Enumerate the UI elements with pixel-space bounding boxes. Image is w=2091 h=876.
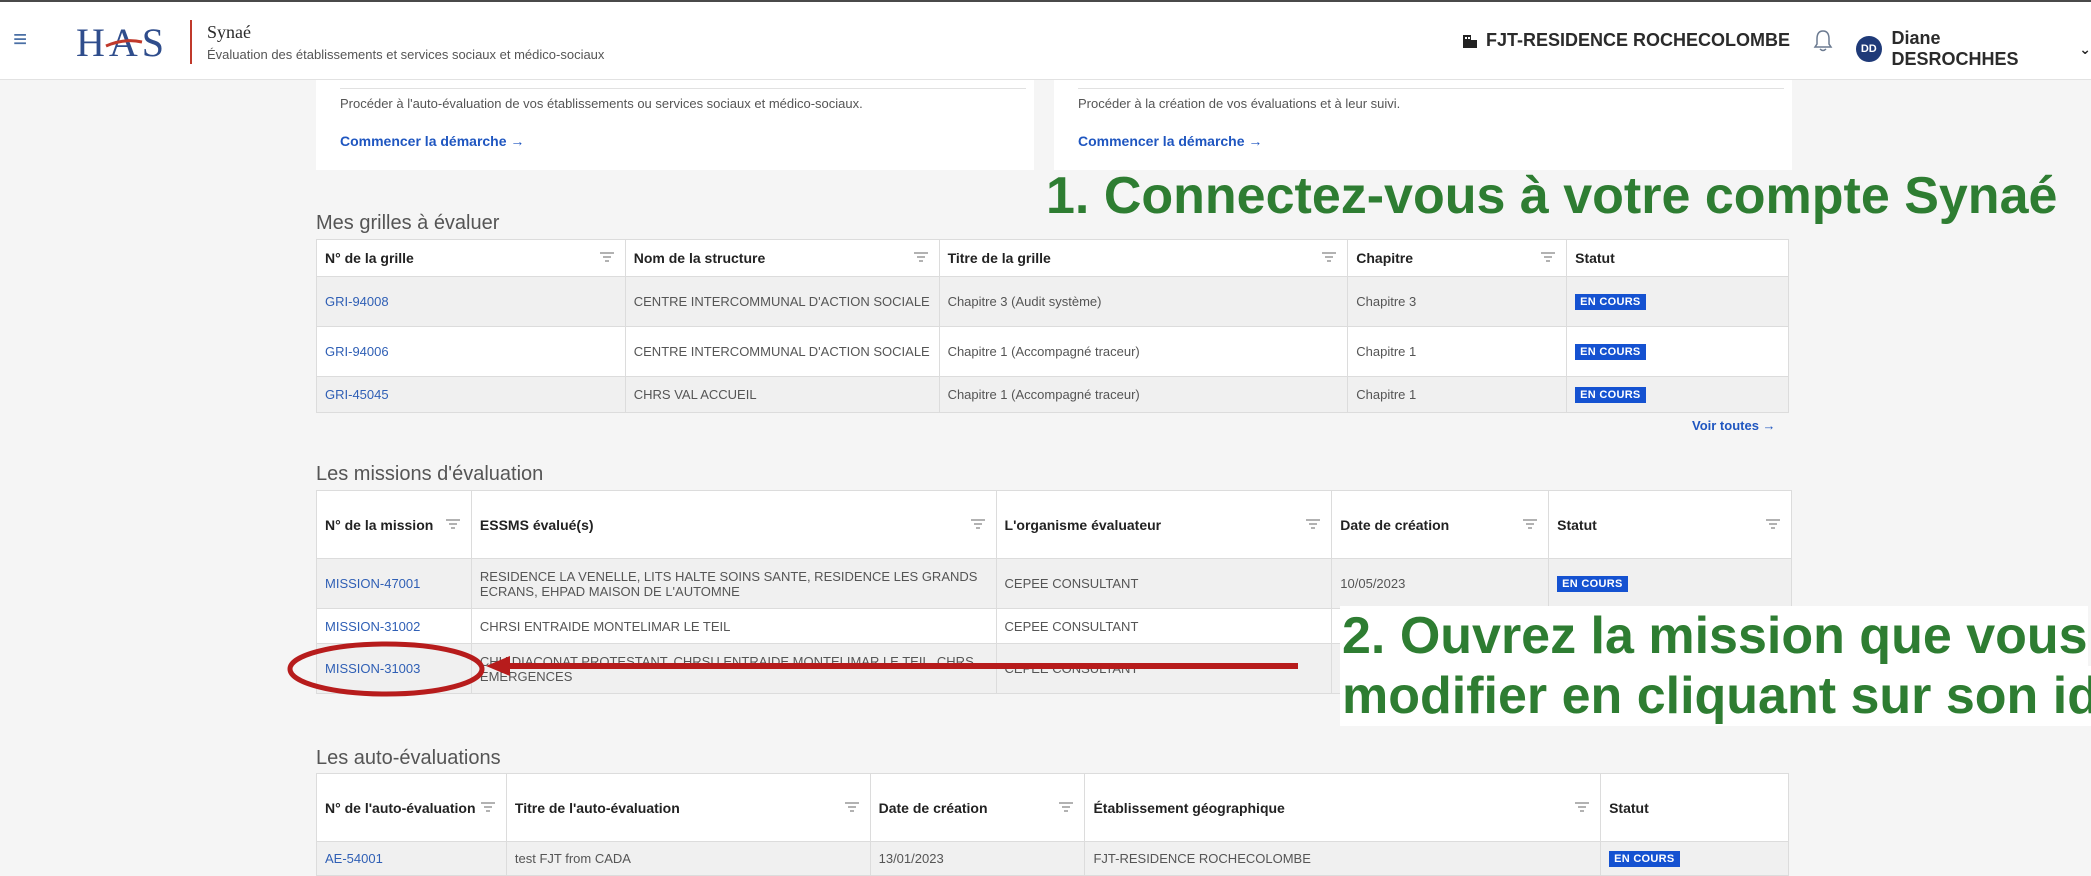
chapter: Chapitre 1: [1347, 376, 1568, 413]
chapter: Chapitre 1: [1347, 326, 1568, 377]
grille-id-link[interactable]: GRI-94006: [325, 344, 389, 359]
autoeval-id-link[interactable]: AE-54001: [325, 851, 383, 866]
card-description: Procéder à l'auto-évaluation de vos étab…: [340, 96, 863, 111]
creation-date: 13/01/2023: [869, 841, 1086, 876]
grille-id-link[interactable]: GRI-94008: [325, 294, 389, 309]
building-icon: [1463, 34, 1477, 48]
filter-icon[interactable]: [1321, 251, 1337, 265]
column-header[interactable]: N° de la grille: [316, 239, 626, 277]
column-header[interactable]: ESSMS évalué(s): [470, 490, 997, 559]
filter-icon[interactable]: [1058, 801, 1074, 815]
app-name: Synaé: [207, 22, 251, 42]
hamburger-icon[interactable]: ≡: [13, 26, 27, 54]
table-row[interactable]: GRI-94006 CENTRE INTERCOMMUNAL D'ACTION …: [316, 326, 1789, 377]
evaluator-org: CEPEE CONSULTANT: [995, 643, 1333, 694]
table-row[interactable]: MISSION-47001 RESIDENCE LA VENELLE, LITS…: [316, 558, 1792, 609]
filter-icon[interactable]: [445, 518, 461, 532]
organization-selector[interactable]: FJT-RESIDENCE ROCHECOLOMBE: [1462, 30, 1790, 51]
column-header[interactable]: N° de l'auto-évaluation: [316, 773, 507, 842]
table-row[interactable]: AE-54001 test FJT from CADA 13/01/2023 F…: [316, 841, 1789, 876]
column-header[interactable]: L'organisme évaluateur: [995, 490, 1333, 559]
status-badge: EN COURS: [1575, 387, 1646, 403]
mission-id-link[interactable]: MISSION-47001: [325, 576, 420, 591]
filter-icon[interactable]: [844, 801, 860, 815]
see-all-link[interactable]: Voir toutes →: [1692, 418, 1776, 433]
auto-evaluation-card: Procéder à l'auto-évaluation de vos étab…: [316, 80, 1034, 170]
essms-list: CHU DIACONAT PROTESTANT, CHRSU ENTRAIDE …: [470, 643, 997, 694]
start-process-link[interactable]: Commencer la démarche →: [340, 133, 524, 149]
chapter: Chapitre 3: [1347, 276, 1568, 327]
column-header[interactable]: Date de création: [1331, 490, 1550, 559]
creation-date: 10/05/2023: [1331, 558, 1550, 609]
app-subtitle: Évaluation des établissements et service…: [207, 47, 605, 62]
app-header: ≡ HAS Synaé Évaluation des établissement…: [0, 0, 2091, 80]
card-description: Procéder à la création de vos évaluation…: [1078, 96, 1401, 111]
column-header[interactable]: Chapitre: [1347, 239, 1568, 277]
filter-icon[interactable]: [1765, 518, 1781, 532]
evaluator-org: CEPEE CONSULTANT: [995, 608, 1333, 644]
grille-title: Chapitre 1 (Accompagné traceur): [938, 326, 1349, 377]
user-menu[interactable]: DD Diane DESROCHHES ⌄: [1856, 28, 2091, 70]
grille-title: Chapitre 1 (Accompagné traceur): [938, 376, 1349, 413]
table-header-row: N° de la mission ESSMS évalué(s) L'organ…: [316, 490, 1792, 559]
column-header[interactable]: Date de création: [869, 773, 1086, 842]
essms-list: CHRSI ENTRAIDE MONTELIMAR LE TEIL: [470, 608, 997, 644]
column-header[interactable]: Statut: [1548, 490, 1792, 559]
autoevals-table: N° de l'auto-évaluation Titre de l'auto-…: [316, 773, 1789, 876]
card-divider: [1078, 88, 1784, 89]
card-divider: [340, 88, 1026, 89]
step1-annotation: 1. Connectez-vous à votre compte Synaé: [1046, 167, 2058, 225]
missions-section-title: Les missions d'évaluation: [316, 463, 544, 485]
status-badge: EN COURS: [1609, 851, 1680, 867]
step2-annotation-line1: 2. Ouvrez la mission que vous: [1340, 606, 2088, 666]
mission-id-link[interactable]: MISSION-31003: [325, 661, 420, 676]
status-badge: EN COURS: [1557, 576, 1628, 592]
start-process-link[interactable]: Commencer la démarche →: [1078, 133, 1262, 149]
filter-icon[interactable]: [599, 251, 615, 265]
table-row[interactable]: GRI-45045 CHRS VAL ACCUEIL Chapitre 1 (A…: [316, 376, 1789, 413]
structure-name: CHRS VAL ACCUEIL: [624, 376, 940, 413]
filter-icon[interactable]: [480, 801, 496, 815]
geographic-establishment: FJT-RESIDENCE ROCHECOLOMBE: [1084, 841, 1602, 876]
filter-icon[interactable]: [913, 251, 929, 265]
filter-icon[interactable]: [970, 518, 986, 532]
step2-annotation-line2: modifier en cliquant sur son id: [1340, 666, 2091, 726]
grille-title: Chapitre 3 (Audit système): [938, 276, 1349, 327]
autoeval-title: test FJT from CADA: [505, 841, 871, 876]
filter-icon[interactable]: [1540, 251, 1556, 265]
table-header-row: N° de la grille Nom de la structure Titr…: [316, 239, 1789, 277]
filter-icon[interactable]: [1522, 518, 1538, 532]
table-row[interactable]: GRI-94008 CENTRE INTERCOMMUNAL D'ACTION …: [316, 276, 1789, 327]
grilles-table: N° de la grille Nom de la structure Titr…: [316, 239, 1789, 413]
has-logo[interactable]: HAS: [76, 20, 172, 65]
column-header[interactable]: Titre de l'auto-évaluation: [505, 773, 871, 842]
avatar: DD: [1856, 36, 1882, 62]
logo-separator: [190, 20, 192, 64]
status-badge: EN COURS: [1575, 344, 1646, 360]
grille-id-link[interactable]: GRI-45045: [325, 387, 389, 402]
column-header: Statut: [1566, 239, 1789, 277]
structure-name: CENTRE INTERCOMMUNAL D'ACTION SOCIALE: [624, 276, 940, 327]
evaluator-org: CEPEE CONSULTANT: [995, 558, 1333, 609]
filter-icon[interactable]: [1305, 518, 1321, 532]
chevron-down-icon: ⌄: [2079, 40, 2091, 57]
autoevals-section-title: Les auto-évaluations: [316, 747, 501, 769]
bell-icon[interactable]: [1812, 28, 1834, 52]
column-header: Statut: [1600, 773, 1789, 842]
mission-id-link[interactable]: MISSION-31002: [325, 619, 420, 634]
structure-name: CENTRE INTERCOMMUNAL D'ACTION SOCIALE: [624, 326, 940, 377]
table-header-row: N° de l'auto-évaluation Titre de l'auto-…: [316, 773, 1789, 842]
column-header[interactable]: Titre de la grille: [938, 239, 1349, 277]
user-name: Diane DESROCHHES: [1891, 28, 2019, 69]
essms-list: RESIDENCE LA VENELLE, LITS HALTE SOINS S…: [470, 558, 997, 609]
organization-name: FJT-RESIDENCE ROCHECOLOMBE: [1486, 30, 1791, 50]
filter-icon[interactable]: [1574, 801, 1590, 815]
grilles-section-title: Mes grilles à évaluer: [316, 212, 500, 234]
column-header[interactable]: Nom de la structure: [624, 239, 940, 277]
column-header[interactable]: N° de la mission: [316, 490, 472, 559]
column-header[interactable]: Établissement géographique: [1084, 773, 1602, 842]
evaluation-card: Procéder à la création de vos évaluation…: [1054, 80, 1792, 170]
status-badge: EN COURS: [1575, 294, 1646, 310]
